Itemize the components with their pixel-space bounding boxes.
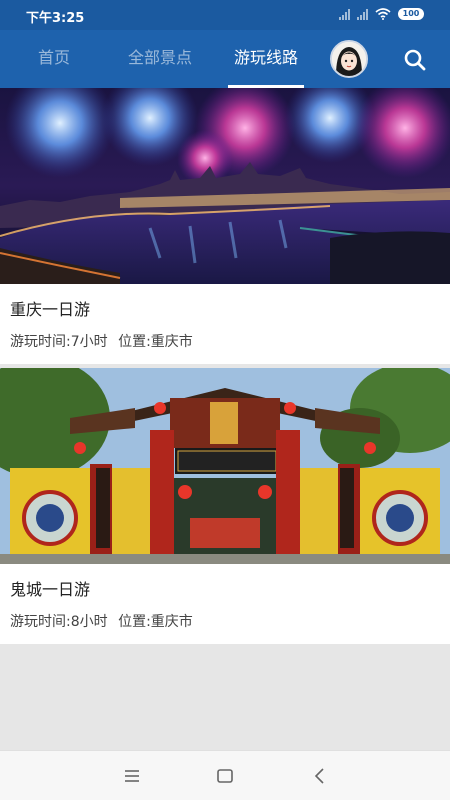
night-city-fireworks-photo	[0, 88, 450, 284]
status-time: 下午3:25	[26, 11, 85, 26]
avatar[interactable]	[330, 40, 368, 78]
back-icon	[314, 768, 324, 784]
back-button[interactable]	[308, 764, 332, 788]
route-title: 重庆一日游	[10, 300, 91, 319]
route-duration: 游玩时间:8小时	[10, 614, 108, 630]
status-bar: 下午3:25 100	[0, 0, 450, 30]
route-duration: 游玩时间:7小时	[10, 334, 108, 350]
battery-icon: 100	[398, 8, 424, 20]
wifi-icon	[375, 8, 391, 20]
signal-icon	[357, 8, 368, 20]
menu-icon	[125, 770, 139, 782]
route-title: 鬼城一日游	[10, 580, 91, 599]
route-meta: 游玩时间:8小时 位置:重庆市	[10, 611, 193, 631]
app-header: 首页 全部景点 游玩线路	[0, 30, 450, 88]
search-icon	[404, 49, 426, 71]
tab-routes[interactable]: 游玩线路	[222, 30, 310, 88]
route-location: 位置:重庆市	[118, 334, 193, 350]
home-icon	[217, 769, 233, 783]
route-card-chongqing[interactable]: 重庆一日游 游玩时间:7小时 位置:重庆市	[0, 88, 450, 364]
route-location: 位置:重庆市	[118, 614, 193, 630]
menu-button[interactable]	[120, 764, 144, 788]
route-card-ghost-city[interactable]: 鬼城一日游 游玩时间:8小时 位置:重庆市	[0, 368, 450, 644]
system-nav-bar	[0, 750, 450, 800]
tab-all-attractions[interactable]: 全部景点	[118, 30, 202, 88]
ghost-city-gate-photo	[0, 368, 450, 564]
search-button[interactable]	[400, 45, 430, 75]
route-meta: 游玩时间:7小时 位置:重庆市	[10, 331, 193, 351]
route-list: 重庆一日游 游玩时间:7小时 位置:重庆市 鬼城一日游 游玩时间:8小时 位置:…	[0, 88, 450, 750]
status-icons: 100	[339, 8, 424, 20]
signal-icon	[339, 8, 350, 20]
home-button[interactable]	[213, 764, 237, 788]
tab-home[interactable]: 首页	[26, 30, 82, 88]
